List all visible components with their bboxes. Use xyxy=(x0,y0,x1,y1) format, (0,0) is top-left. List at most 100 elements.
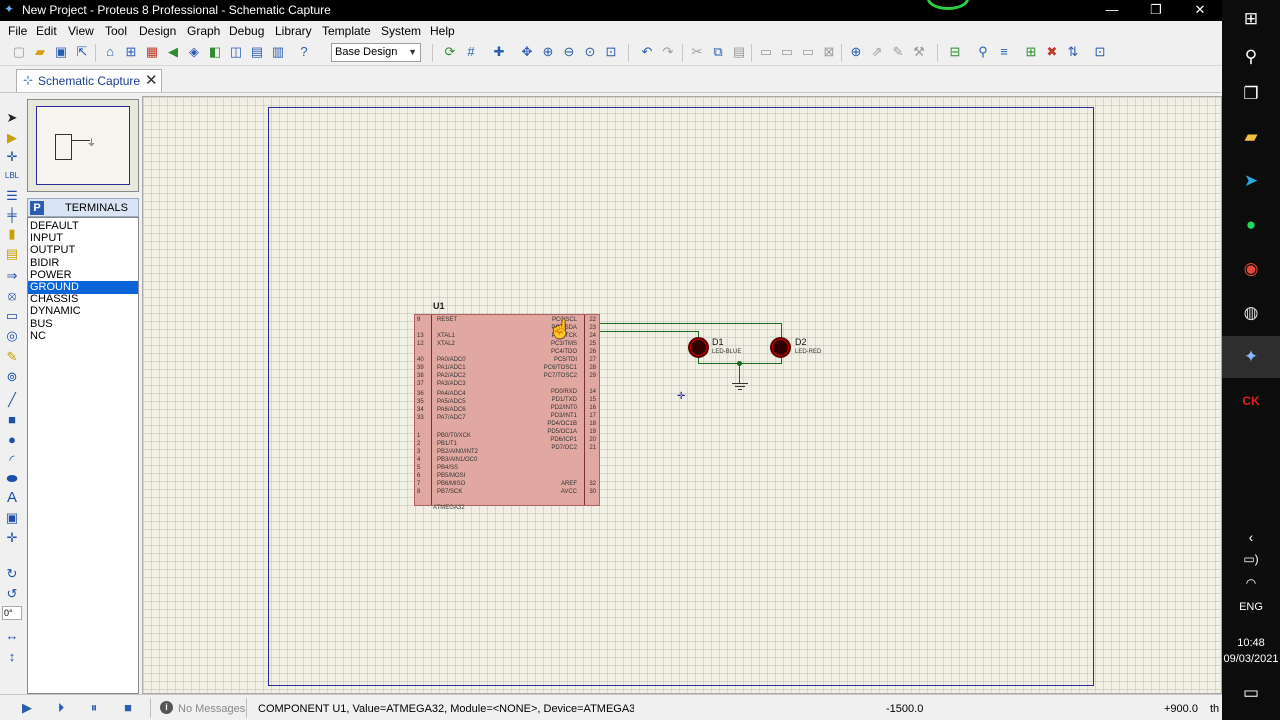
remove-sheet-icon[interactable]: ✖ xyxy=(1043,43,1061,61)
menu-design[interactable]: Design xyxy=(139,24,176,38)
notifications-icon[interactable]: ▭ xyxy=(1240,682,1262,704)
pick-device-icon[interactable]: ⊕ xyxy=(847,43,865,61)
device-pins-icon[interactable]: ⇒ xyxy=(4,268,20,284)
bom-icon[interactable]: ◧ xyxy=(206,43,224,61)
origin-icon[interactable]: ✚ xyxy=(490,43,508,61)
mirror-horizontal-icon[interactable]: ↔ xyxy=(4,628,20,644)
windows-start-icon[interactable]: ⊞ xyxy=(1240,8,1262,30)
battery-volume-icon[interactable]: ▭) xyxy=(1240,548,1262,570)
new-sheet-icon[interactable]: ⊞ xyxy=(1022,43,1040,61)
menu-template[interactable]: Template xyxy=(322,24,371,38)
tape-recorder-icon[interactable]: ▭ xyxy=(4,308,20,324)
spotify-icon[interactable]: ● xyxy=(1240,214,1262,236)
chrome-icon[interactable]: ◉ xyxy=(1240,258,1262,280)
step-icon[interactable]: ⏵ xyxy=(53,700,69,716)
play-icon[interactable]: ▶ xyxy=(19,700,35,716)
led-d1[interactable] xyxy=(688,337,709,358)
menu-graph[interactable]: Graph xyxy=(187,24,220,38)
close-button[interactable]: ✕ xyxy=(1178,0,1222,21)
language-indicator[interactable]: ENG xyxy=(1222,601,1280,613)
schematic-canvas[interactable]: U1 9 RESET 13 XTAL1 12 XTAL2 40 PA0/ADC0 39 PA1/A… xyxy=(142,96,1222,694)
d1-value[interactable]: LED-BLUE xyxy=(712,349,741,355)
netlist-icon[interactable]: ⊡ xyxy=(1091,43,1109,61)
wire-ground-drop[interactable] xyxy=(739,363,740,383)
wifi-icon[interactable]: ◠ xyxy=(1240,572,1262,594)
text-script-icon[interactable]: ☰ xyxy=(4,188,20,204)
path-tool-icon[interactable]: ⬬ xyxy=(4,471,20,487)
selection-mode-icon[interactable]: ➤ xyxy=(4,110,20,126)
u1-value[interactable]: ATMEGA32 xyxy=(433,505,465,511)
zoom-in-icon[interactable]: ⊕ xyxy=(539,43,557,61)
make-device-icon[interactable]: ⇗ xyxy=(868,43,886,61)
3d-view-icon[interactable]: ◈ xyxy=(185,43,203,61)
ck-app-icon[interactable]: CK xyxy=(1240,390,1262,412)
copy-icon[interactable]: ⧉ xyxy=(709,43,727,61)
zoom-out-icon[interactable]: ⊖ xyxy=(560,43,578,61)
buses-icon[interactable]: ╪ xyxy=(4,207,20,223)
menu-debug[interactable]: Debug xyxy=(229,24,264,38)
rotation-angle-field[interactable]: 0° xyxy=(2,606,22,620)
clock-time[interactable]: 10:48 xyxy=(1222,637,1280,649)
menu-system[interactable]: System xyxy=(381,24,421,38)
wire-label-icon[interactable]: LBL xyxy=(4,168,20,184)
wire-pc1[interactable] xyxy=(600,331,698,332)
proteus-taskbar-icon[interactable]: ✦ xyxy=(1240,346,1262,368)
ground-terminal-icon[interactable] xyxy=(732,383,748,391)
obs-icon[interactable]: ◍ xyxy=(1240,302,1262,324)
arc-tool-icon[interactable]: ◜ xyxy=(4,452,20,468)
menu-view[interactable]: View xyxy=(68,24,94,38)
rotate-clockwise-icon[interactable]: ↻ xyxy=(4,566,20,582)
text-tool-icon[interactable]: A xyxy=(4,490,20,506)
voltage-probe-icon[interactable]: ✎ xyxy=(4,349,20,365)
terminal-item-dynamic[interactable]: DYNAMIC xyxy=(28,305,138,318)
terminal-item-nc[interactable]: NC xyxy=(28,330,138,343)
pick-devices-icon[interactable]: P xyxy=(30,201,44,215)
d1-reference[interactable]: D1 xyxy=(712,337,724,347)
junction-dot-icon[interactable]: ✛ xyxy=(4,149,20,165)
schematic-icon[interactable]: ⊞ xyxy=(122,43,140,61)
package-tool-icon[interactable]: ✎ xyxy=(889,43,907,61)
design-explorer-icon[interactable]: ▤ xyxy=(248,43,266,61)
pan-icon[interactable]: ✥ xyxy=(518,43,536,61)
clock-date[interactable]: 09/03/2021 xyxy=(1222,653,1280,665)
menu-help[interactable]: Help xyxy=(430,24,455,38)
search-icon[interactable]: ⚲ xyxy=(1240,46,1262,68)
goto-sheet-icon[interactable]: ⇅ xyxy=(1064,43,1082,61)
file-explorer-icon[interactable]: ▰ xyxy=(1240,126,1262,148)
component-mode-icon[interactable]: ▶ xyxy=(4,130,20,146)
property-assign-icon[interactable]: ≡ xyxy=(995,43,1013,61)
redo-icon[interactable]: ↷ xyxy=(659,43,677,61)
source-code-icon[interactable]: ◫ xyxy=(227,43,245,61)
stop-icon[interactable]: ■ xyxy=(120,700,136,716)
rotate-anticlockwise-icon[interactable]: ↺ xyxy=(4,586,20,602)
help-icon[interactable]: ? xyxy=(295,43,313,61)
zoom-all-icon[interactable]: ⊙ xyxy=(581,43,599,61)
circle-tool-icon[interactable]: ● xyxy=(4,432,20,448)
graph-mode-icon[interactable]: ⦻ xyxy=(4,288,20,304)
save-icon[interactable]: ▣ xyxy=(52,43,70,61)
home-icon[interactable]: ⌂ xyxy=(101,43,119,61)
terminal-item-output[interactable]: OUTPUT xyxy=(28,244,138,257)
wire-pc0[interactable] xyxy=(600,323,782,324)
led-d2[interactable] xyxy=(770,337,791,358)
subcircuit-icon[interactable]: ▮ xyxy=(4,226,20,242)
minimize-button[interactable]: — xyxy=(1090,0,1134,21)
refresh-icon[interactable]: ⟳ xyxy=(441,43,459,61)
wire-autorouter-icon[interactable]: ⊟ xyxy=(946,43,964,61)
menu-file[interactable]: File xyxy=(8,24,27,38)
new-file-icon[interactable]: ▢ xyxy=(10,43,28,61)
grid-toggle-icon[interactable]: # xyxy=(462,43,480,61)
telegram-icon[interactable]: ➤ xyxy=(1240,170,1262,192)
decompose-icon[interactable]: ⚒ xyxy=(910,43,928,61)
block-delete-icon[interactable]: ⊠ xyxy=(820,43,838,61)
menu-library[interactable]: Library xyxy=(275,24,312,38)
line-tool-icon[interactable]: ╱ xyxy=(4,392,20,408)
box-tool-icon[interactable]: ■ xyxy=(4,412,20,428)
pcb-icon[interactable]: ▦ xyxy=(143,43,161,61)
notes-icon[interactable]: ▥ xyxy=(269,43,287,61)
tab-schematic-capture[interactable]: ⊹ Schematic Capture ✕ xyxy=(16,69,162,92)
design-variant-select[interactable]: Base Design ▼ xyxy=(331,43,421,62)
chevron-left-icon[interactable]: ‹ xyxy=(1240,526,1262,548)
menu-tool[interactable]: Tool xyxy=(105,24,127,38)
generator-mode-icon[interactable]: ◎ xyxy=(4,328,20,344)
